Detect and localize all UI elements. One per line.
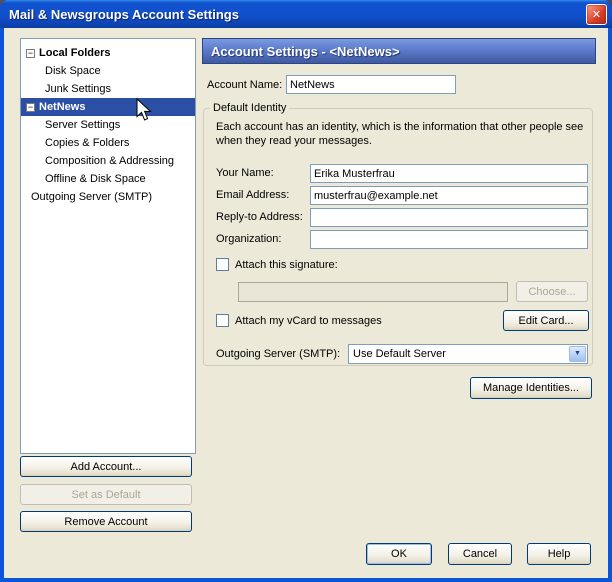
titlebar[interactable]: Mail & Newsgroups Account Settings ✕ — [0, 0, 612, 28]
add-account-button[interactable]: Add Account... — [20, 456, 192, 477]
tree-item-local-folders[interactable]: − Local Folders — [21, 44, 195, 62]
organization-label: Organization: — [216, 233, 282, 245]
collapse-icon[interactable]: − — [26, 48, 35, 58]
attach-vcard-row: Attach my vCard to messages — [216, 314, 382, 327]
tree-item-label: Local Folders — [39, 47, 111, 59]
identity-description: Each account has an identity, which is t… — [216, 121, 584, 147]
tree-item-label: Copies & Folders — [45, 137, 130, 149]
tree-item-label: NetNews — [39, 101, 86, 113]
default-identity-group: Default Identity Each account has an ide… — [203, 102, 593, 366]
tree-item-label: Disk Space — [45, 65, 101, 77]
your-name-label: Your Name: — [216, 167, 274, 179]
chevron-down-icon[interactable]: ▼ — [569, 346, 586, 362]
tree-item-disk-space[interactable]: Disk Space — [21, 62, 195, 80]
remove-account-button[interactable]: Remove Account — [20, 511, 192, 532]
email-address-label: Email Address: — [216, 189, 290, 201]
reply-to-address-label: Reply-to Address: — [216, 211, 303, 223]
settings-panel: Account Settings - <NetNews> Account Nam… — [202, 38, 596, 538]
collapse-icon[interactable]: − — [26, 102, 35, 112]
account-name-input[interactable] — [286, 75, 456, 94]
signature-file-input[interactable] — [238, 282, 508, 302]
tree-item-netnews[interactable]: − NetNews — [21, 98, 195, 116]
tree-item-junk-settings[interactable]: Junk Settings — [21, 80, 195, 98]
panel-header-title: Account Settings - <NetNews> — [211, 43, 400, 59]
tree-item-label: Outgoing Server (SMTP) — [31, 191, 153, 203]
attach-vcard-checkbox[interactable] — [216, 314, 229, 327]
tree-item-server-settings[interactable]: Server Settings — [21, 116, 195, 134]
cancel-button[interactable]: Cancel — [448, 543, 512, 565]
tree-item-copies-folders[interactable]: Copies & Folders — [21, 134, 195, 152]
outgoing-server-selected-value: Use Default Server — [353, 348, 446, 360]
default-identity-legend: Default Identity — [213, 102, 287, 114]
tree-item-composition-addressing[interactable]: Composition & Addressing — [21, 152, 195, 170]
attach-signature-label: Attach this signature: — [235, 258, 338, 271]
set-as-default-button[interactable]: Set as Default — [20, 484, 192, 505]
reply-to-address-input[interactable] — [310, 208, 588, 227]
ok-button[interactable]: OK — [366, 543, 432, 565]
close-icon: ✕ — [591, 9, 602, 21]
attach-vcard-label: Attach my vCard to messages — [235, 314, 382, 327]
account-settings-window: Mail & Newsgroups Account Settings ✕ − L… — [0, 0, 612, 582]
dialog-body: − Local Folders Disk Space Junk Settings… — [4, 28, 608, 578]
outgoing-server-label: Outgoing Server (SMTP): — [216, 348, 341, 360]
tree-item-label: Composition & Addressing — [45, 155, 175, 167]
tree-item-outgoing-server[interactable]: Outgoing Server (SMTP) — [21, 188, 195, 206]
close-button[interactable]: ✕ — [586, 4, 607, 25]
email-address-input[interactable] — [310, 186, 588, 205]
organization-input[interactable] — [310, 230, 588, 249]
accounts-tree[interactable]: − Local Folders Disk Space Junk Settings… — [20, 38, 196, 454]
outgoing-server-select[interactable]: Use Default Server ▼ — [348, 344, 588, 364]
window-title: Mail & Newsgroups Account Settings — [9, 6, 239, 22]
help-button[interactable]: Help — [527, 543, 591, 565]
edit-card-button[interactable]: Edit Card... — [503, 310, 589, 331]
panel-header: Account Settings - <NetNews> — [202, 38, 596, 64]
tree-item-offline-disk-space[interactable]: Offline & Disk Space — [21, 170, 195, 188]
your-name-input[interactable] — [310, 164, 588, 183]
tree-item-label: Junk Settings — [45, 83, 112, 95]
tree-item-label: Offline & Disk Space — [45, 173, 146, 185]
manage-identities-button[interactable]: Manage Identities... — [470, 377, 592, 399]
account-name-label: Account Name: — [207, 79, 283, 91]
tree-item-label: Server Settings — [45, 119, 121, 131]
attach-signature-row: Attach this signature: — [216, 258, 338, 271]
attach-signature-checkbox[interactable] — [216, 258, 229, 271]
choose-signature-button[interactable]: Choose... — [516, 281, 588, 302]
